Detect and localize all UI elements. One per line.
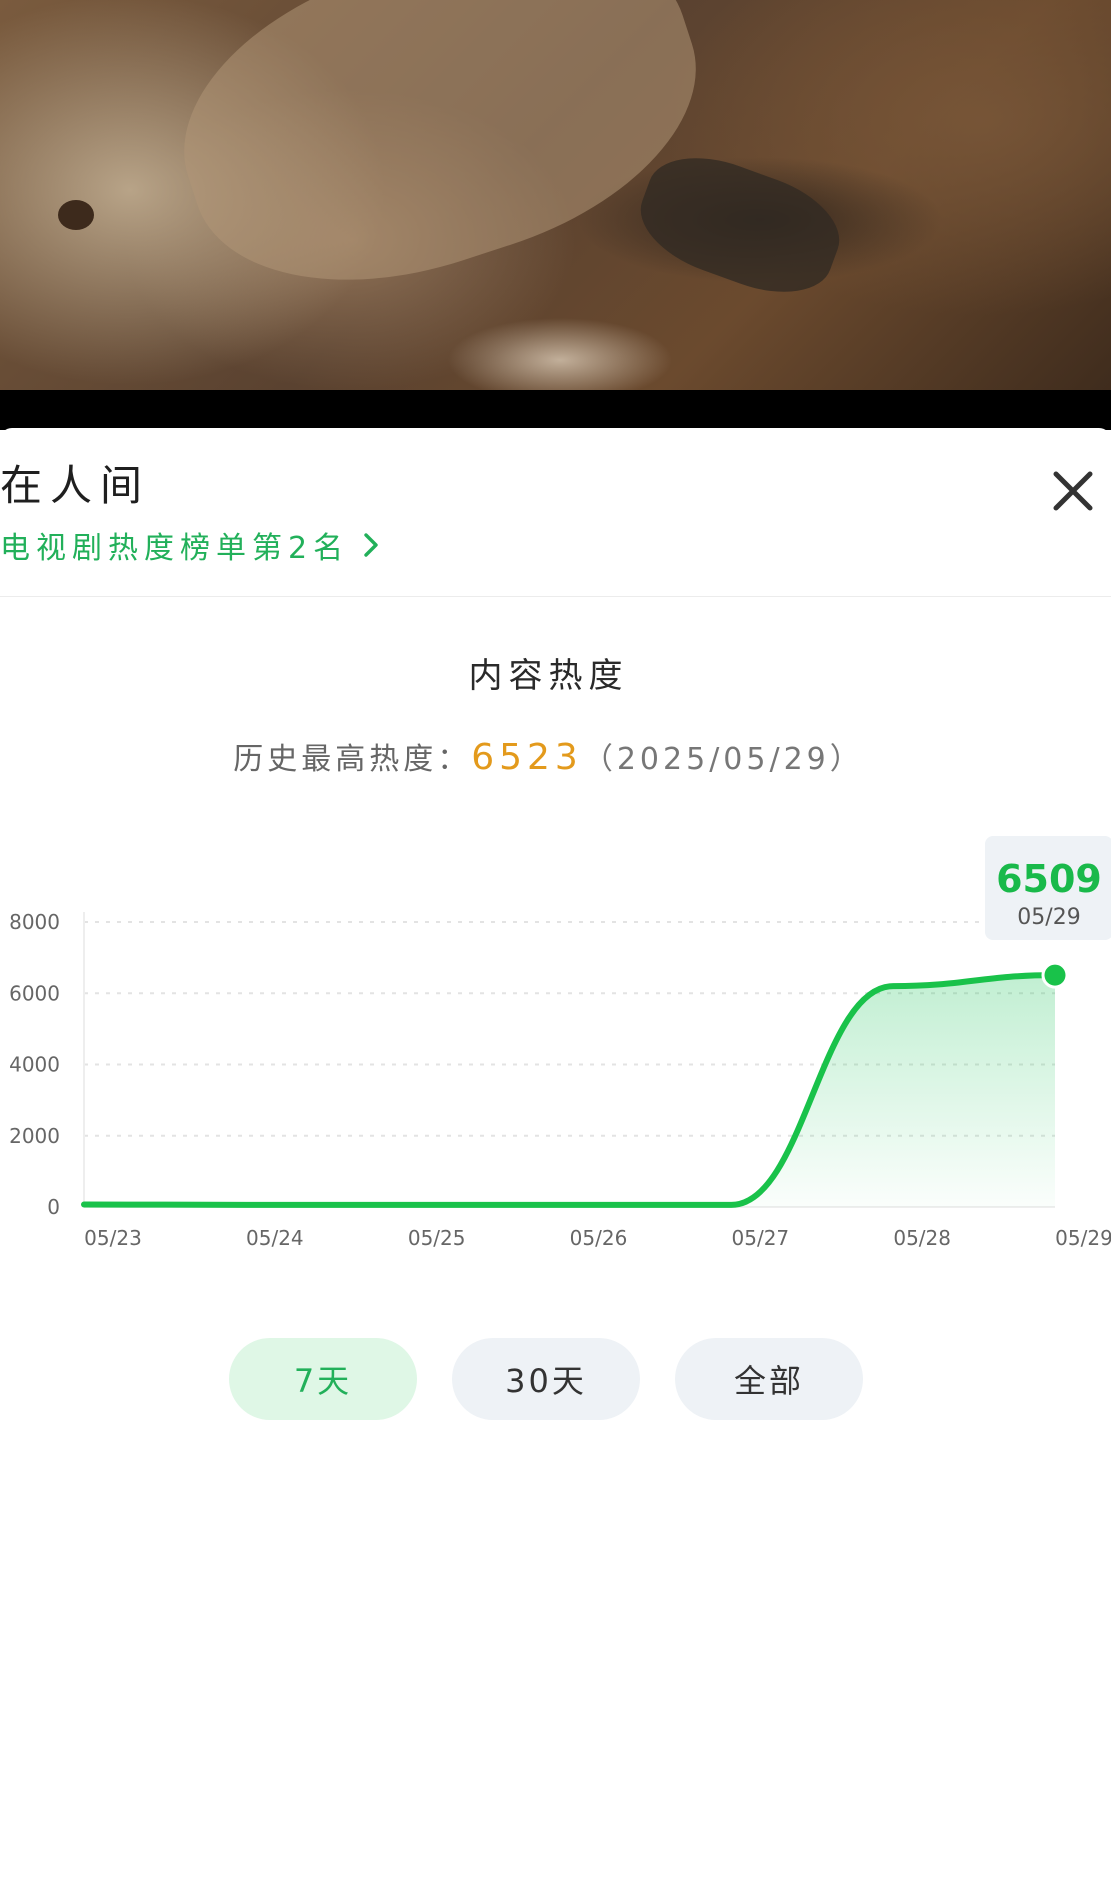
last-point-marker xyxy=(1041,961,1069,989)
peak-value: 6523 xyxy=(471,737,583,778)
tab-all[interactable]: 全部 xyxy=(675,1338,863,1420)
tab-7-days[interactable]: 7天 xyxy=(229,1338,417,1420)
y-tick-label: 4000 xyxy=(9,1053,60,1077)
heat-chart-svg: 0 2000 4000 6000 8000 05/23 05/24 05/25 05/26 05/… xyxy=(9,836,1111,1250)
peak-heat-line: 历史最高热度：6523（2025/05/29） xyxy=(0,734,1097,778)
video-scene-button xyxy=(58,200,94,230)
tooltip-date: 05/29 xyxy=(1017,905,1080,930)
video-frame xyxy=(0,0,1111,390)
y-tick-label: 2000 xyxy=(9,1124,60,1148)
x-tick-label: 05/23 xyxy=(84,1226,142,1250)
video-scene-sleeve xyxy=(146,0,734,334)
rank-text: 电视剧热度榜单第2名 xyxy=(0,531,350,566)
video-scene-cuff xyxy=(627,139,853,311)
close-icon[interactable] xyxy=(1048,466,1098,516)
x-tick-label: 05/29 xyxy=(1055,1226,1111,1250)
rank-link[interactable]: 电视剧热度榜单第2名 xyxy=(0,524,383,566)
x-tick-label: 05/28 xyxy=(893,1226,951,1250)
x-tick-label: 05/24 xyxy=(246,1226,304,1250)
tab-30-days[interactable]: 30天 xyxy=(452,1338,640,1420)
video-player[interactable] xyxy=(0,0,1111,430)
y-tick-label: 8000 xyxy=(9,910,60,934)
y-tick-label: 6000 xyxy=(9,981,60,1005)
heat-chart: 0 2000 4000 6000 8000 05/23 05/24 05/25 05/26 05/… xyxy=(0,820,1111,1260)
series-area xyxy=(84,975,1055,1207)
x-tick-label: 05/25 xyxy=(408,1226,466,1250)
tooltip-value: 6509 xyxy=(996,857,1102,901)
chevron-right-icon xyxy=(364,533,378,557)
peak-label: 历史最高热度： xyxy=(233,742,472,777)
peak-date: （2025/05/29） xyxy=(582,742,864,777)
y-tick-label: 0 xyxy=(47,1195,60,1219)
section-title: 内容热度 xyxy=(468,656,629,696)
range-tabs: 7天 30天 全部 xyxy=(229,1338,863,1420)
show-title: 在人间 xyxy=(0,461,151,510)
divider xyxy=(0,596,1111,597)
x-tick-label: 05/26 xyxy=(570,1226,628,1250)
x-tick-label: 05/27 xyxy=(732,1226,790,1250)
